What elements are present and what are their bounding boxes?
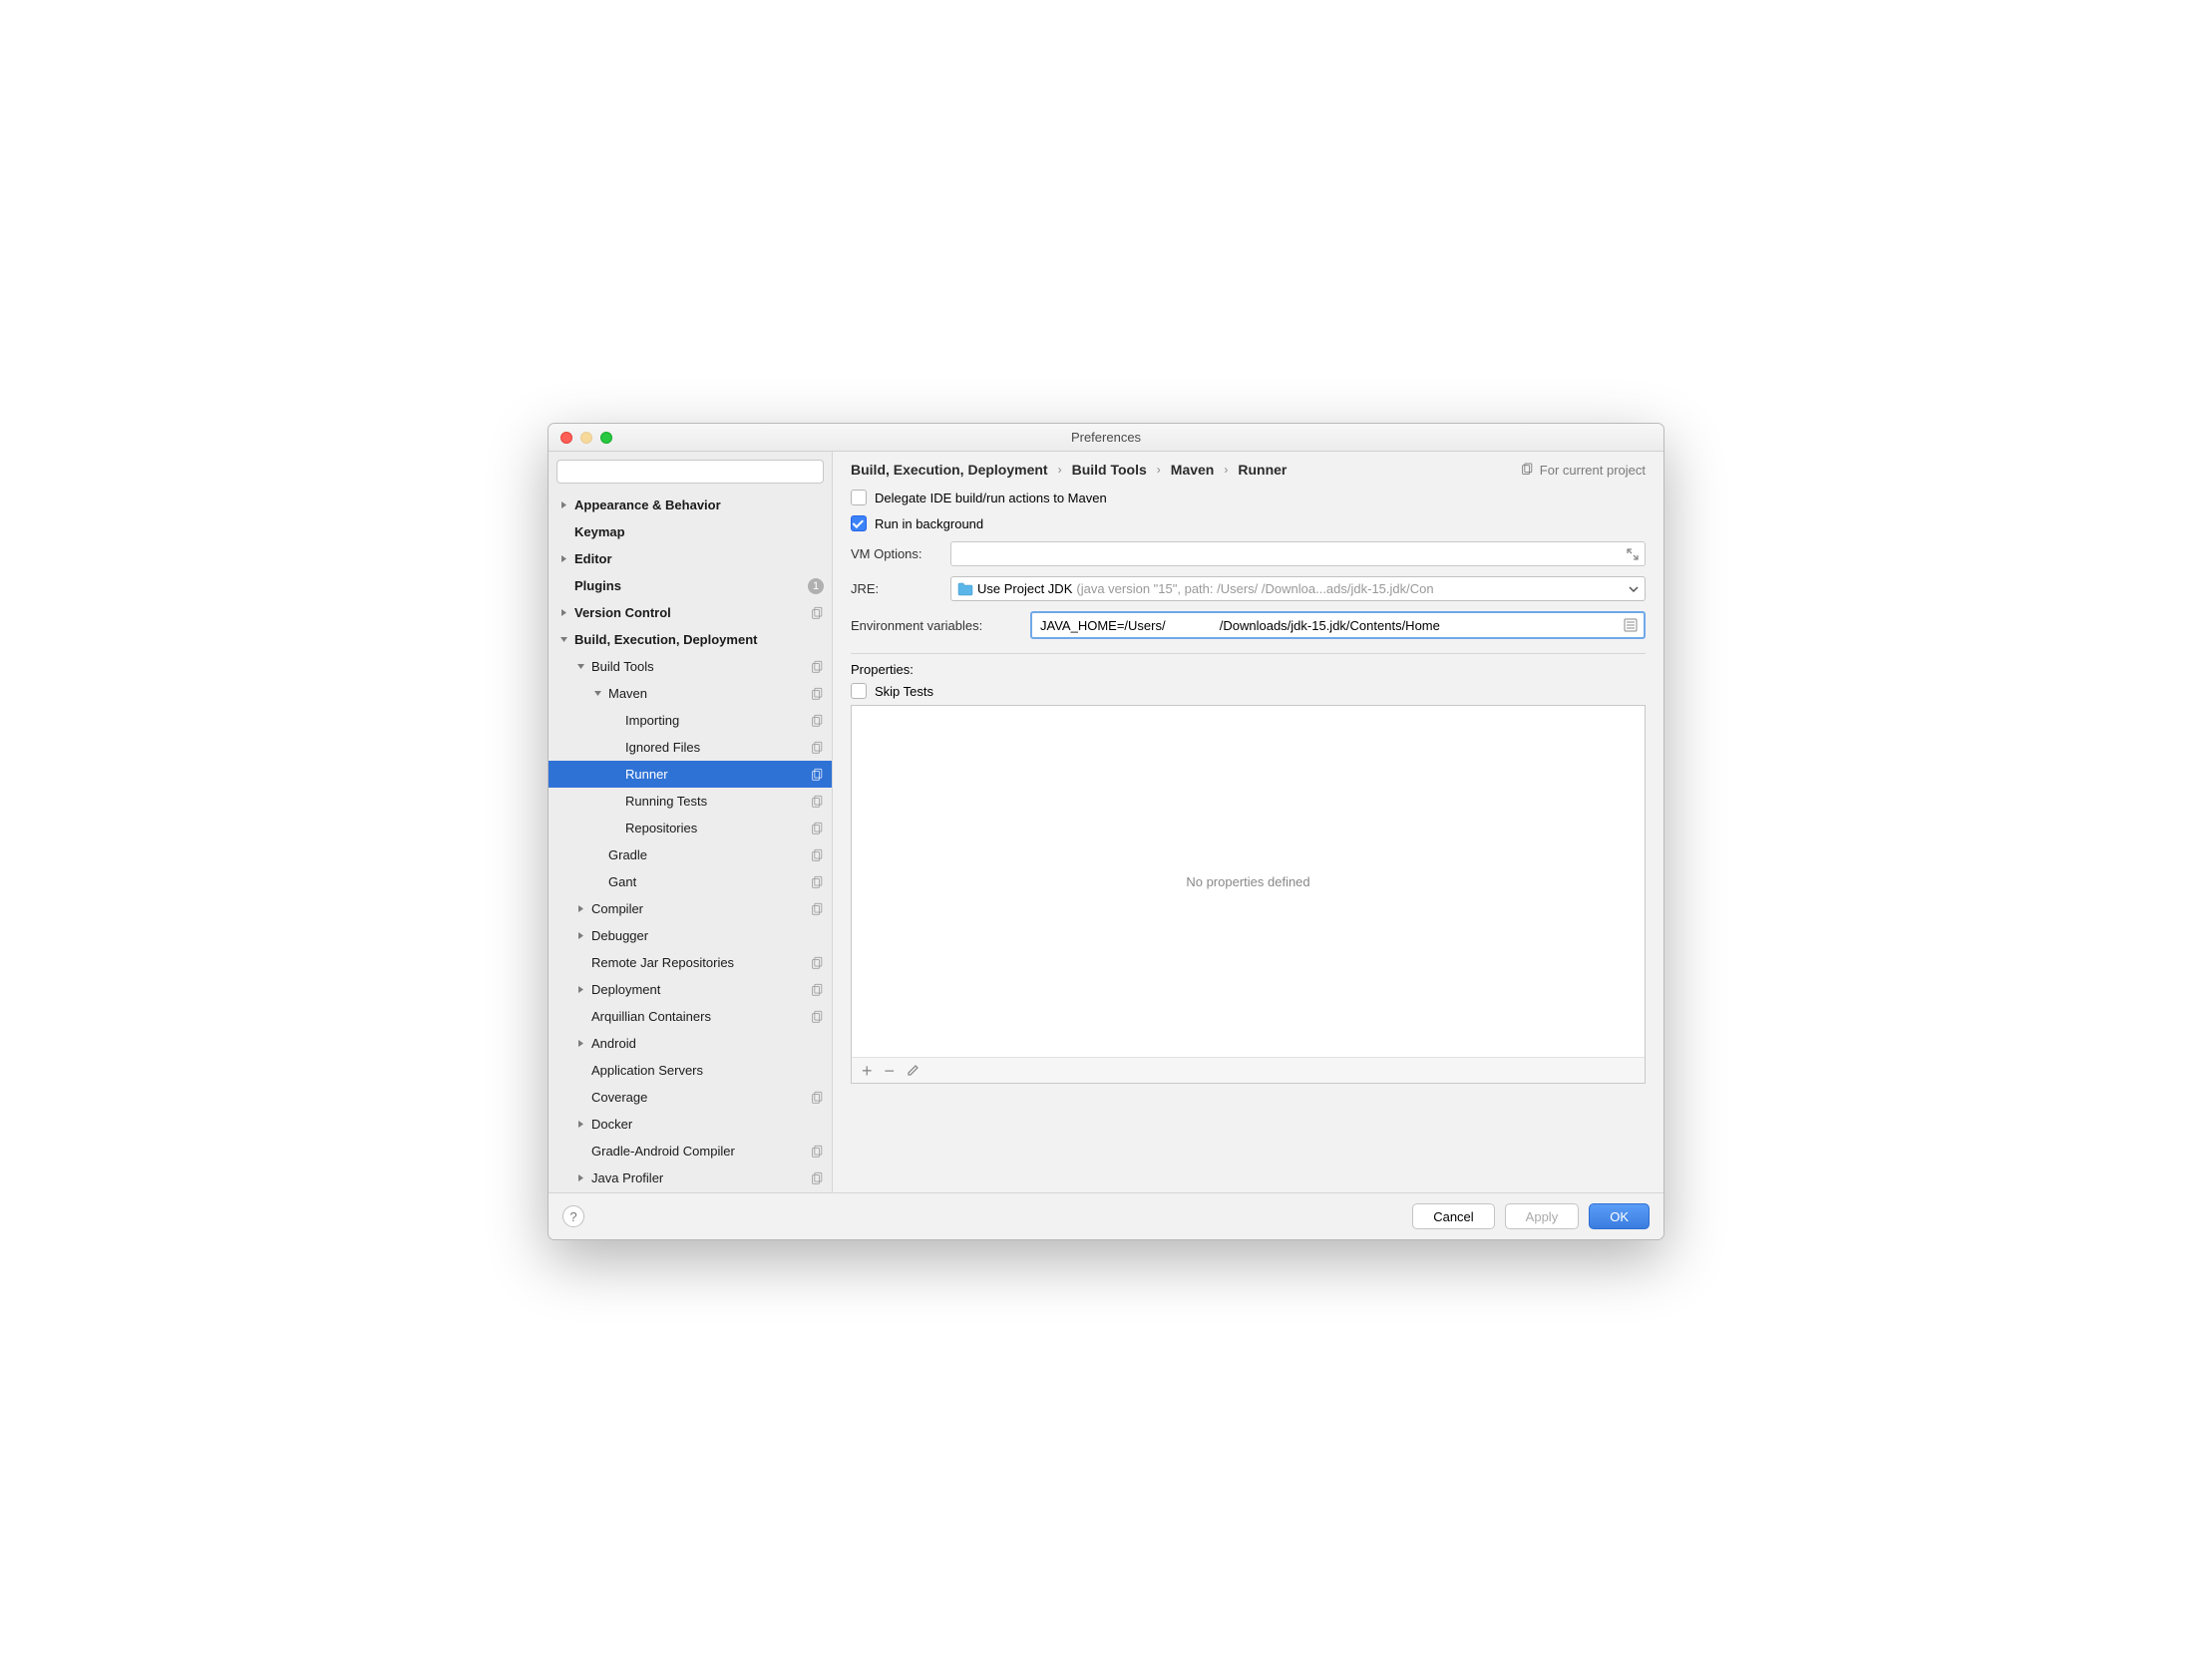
background-label: Run in background	[875, 516, 983, 531]
folder-icon	[957, 582, 973, 596]
copy-icon	[810, 768, 824, 782]
properties-empty: No properties defined	[852, 706, 1645, 1057]
chevron-down-icon	[1629, 586, 1639, 592]
sidebar-item-android[interactable]: Android	[549, 1030, 832, 1057]
properties-label: Properties:	[851, 662, 1646, 677]
chevron-right-icon: ›	[1224, 463, 1228, 477]
sidebar-item-keymap[interactable]: Keymap	[549, 518, 832, 545]
search-input[interactable]	[556, 460, 824, 484]
sidebar-item-appearance-behavior[interactable]: Appearance & Behavior	[549, 492, 832, 518]
copy-icon	[810, 795, 824, 809]
sidebar-item-runner[interactable]: Runner	[549, 761, 832, 788]
skip-tests-checkbox-row[interactable]: Skip Tests	[851, 683, 1646, 699]
remove-icon[interactable]: −	[885, 1062, 896, 1080]
copy-icon	[810, 1171, 824, 1185]
copy-icon	[810, 606, 824, 620]
copy-icon	[810, 1091, 824, 1105]
copy-icon	[810, 848, 824, 862]
content-panel: Build, Execution, Deployment › Build Too…	[833, 452, 1663, 1192]
skip-tests-label: Skip Tests	[875, 684, 933, 699]
jre-label: JRE:	[851, 581, 940, 596]
sidebar-item-gant[interactable]: Gant	[549, 868, 832, 895]
settings-tree[interactable]: Appearance & BehaviorKeymapEditorPlugins…	[549, 492, 832, 1192]
sidebar-item-version-control[interactable]: Version Control	[549, 599, 832, 626]
copy-icon	[810, 741, 824, 755]
ok-button[interactable]: OK	[1589, 1203, 1650, 1229]
breadcrumb-crumb: Runner	[1238, 462, 1287, 478]
chevron-right-icon: ›	[1058, 463, 1062, 477]
edit-icon[interactable]	[907, 1064, 920, 1077]
window-title: Preferences	[549, 430, 1663, 445]
breadcrumb-crumb: Build, Execution, Deployment	[851, 462, 1048, 478]
checkbox-checked-icon[interactable]	[851, 515, 867, 531]
delegate-checkbox-row[interactable]: Delegate IDE build/run actions to Maven	[851, 490, 1646, 505]
sidebar: Appearance & BehaviorKeymapEditorPlugins…	[549, 452, 833, 1192]
sidebar-item-repositories[interactable]: Repositories	[549, 815, 832, 841]
copy-icon	[810, 1010, 824, 1024]
properties-toolbar: + −	[852, 1057, 1645, 1083]
copy-icon	[810, 875, 824, 889]
delegate-label: Delegate IDE build/run actions to Maven	[875, 491, 1107, 505]
chevron-right-icon: ›	[1157, 463, 1161, 477]
preferences-window: Preferences Appearance & BehaviorKeymapE…	[548, 423, 1664, 1240]
sidebar-item-build-tools[interactable]: Build Tools	[549, 653, 832, 680]
sidebar-item-editor[interactable]: Editor	[549, 545, 832, 572]
project-scope-badge: For current project	[1520, 463, 1646, 478]
copy-icon	[810, 660, 824, 674]
copy-icon	[810, 822, 824, 835]
env-label: Environment variables:	[851, 618, 1020, 633]
breadcrumb-crumb: Maven	[1171, 462, 1215, 478]
sidebar-item-ignored-files[interactable]: Ignored Files	[549, 734, 832, 761]
sidebar-item-compiler[interactable]: Compiler	[549, 895, 832, 922]
copy-icon	[810, 687, 824, 701]
expand-icon[interactable]	[1627, 548, 1639, 560]
sidebar-item-coverage[interactable]: Coverage	[549, 1084, 832, 1111]
vm-options-label: VM Options:	[851, 546, 940, 561]
env-variables-input[interactable]: JAVA_HOME=/Users/ /Downloads/jdk-15.jdk/…	[1030, 611, 1646, 639]
copy-icon	[810, 714, 824, 728]
sidebar-item-importing[interactable]: Importing	[549, 707, 832, 734]
copy-icon	[810, 1145, 824, 1159]
background-checkbox-row[interactable]: Run in background	[851, 515, 1646, 531]
titlebar: Preferences	[549, 424, 1663, 452]
cancel-button[interactable]: Cancel	[1412, 1203, 1494, 1229]
checkbox-icon[interactable]	[851, 490, 867, 505]
vm-options-input[interactable]	[950, 541, 1646, 566]
sidebar-item-maven[interactable]: Maven	[549, 680, 832, 707]
sidebar-item-application-servers[interactable]: Application Servers	[549, 1057, 832, 1084]
sidebar-item-gradle-android-compiler[interactable]: Gradle-Android Compiler	[549, 1138, 832, 1164]
sidebar-item-docker[interactable]: Docker	[549, 1111, 832, 1138]
footer: ? Cancel Apply OK	[549, 1192, 1663, 1239]
sidebar-item-deployment[interactable]: Deployment	[549, 976, 832, 1003]
jre-value: Use Project JDK	[977, 581, 1072, 596]
properties-table: No properties defined + −	[851, 705, 1646, 1084]
breadcrumb-crumb: Build Tools	[1072, 462, 1147, 478]
sidebar-item-running-tests[interactable]: Running Tests	[549, 788, 832, 815]
sidebar-item-arquillian-containers[interactable]: Arquillian Containers	[549, 1003, 832, 1030]
sidebar-item-build-execution-deployment[interactable]: Build, Execution, Deployment	[549, 626, 832, 653]
apply-button[interactable]: Apply	[1505, 1203, 1580, 1229]
sidebar-item-remote-jar-repositories[interactable]: Remote Jar Repositories	[549, 949, 832, 976]
jre-combo[interactable]: Use Project JDK (java version "15", path…	[950, 576, 1646, 601]
copy-icon	[1520, 463, 1534, 477]
sidebar-item-plugins[interactable]: Plugins1	[549, 572, 832, 599]
sidebar-item-gradle[interactable]: Gradle	[549, 841, 832, 868]
sidebar-item-debugger[interactable]: Debugger	[549, 922, 832, 949]
breadcrumb: Build, Execution, Deployment › Build Too…	[833, 452, 1663, 486]
copy-icon	[810, 983, 824, 997]
badge: 1	[808, 578, 824, 594]
list-icon[interactable]	[1624, 618, 1638, 632]
add-icon[interactable]: +	[862, 1062, 873, 1080]
checkbox-icon[interactable]	[851, 683, 867, 699]
copy-icon	[810, 902, 824, 916]
help-button[interactable]: ?	[562, 1205, 584, 1227]
jre-hint: (java version "15", path: /Users/ /Downl…	[1076, 581, 1433, 596]
sidebar-item-java-profiler[interactable]: Java Profiler	[549, 1164, 832, 1191]
copy-icon	[810, 956, 824, 970]
